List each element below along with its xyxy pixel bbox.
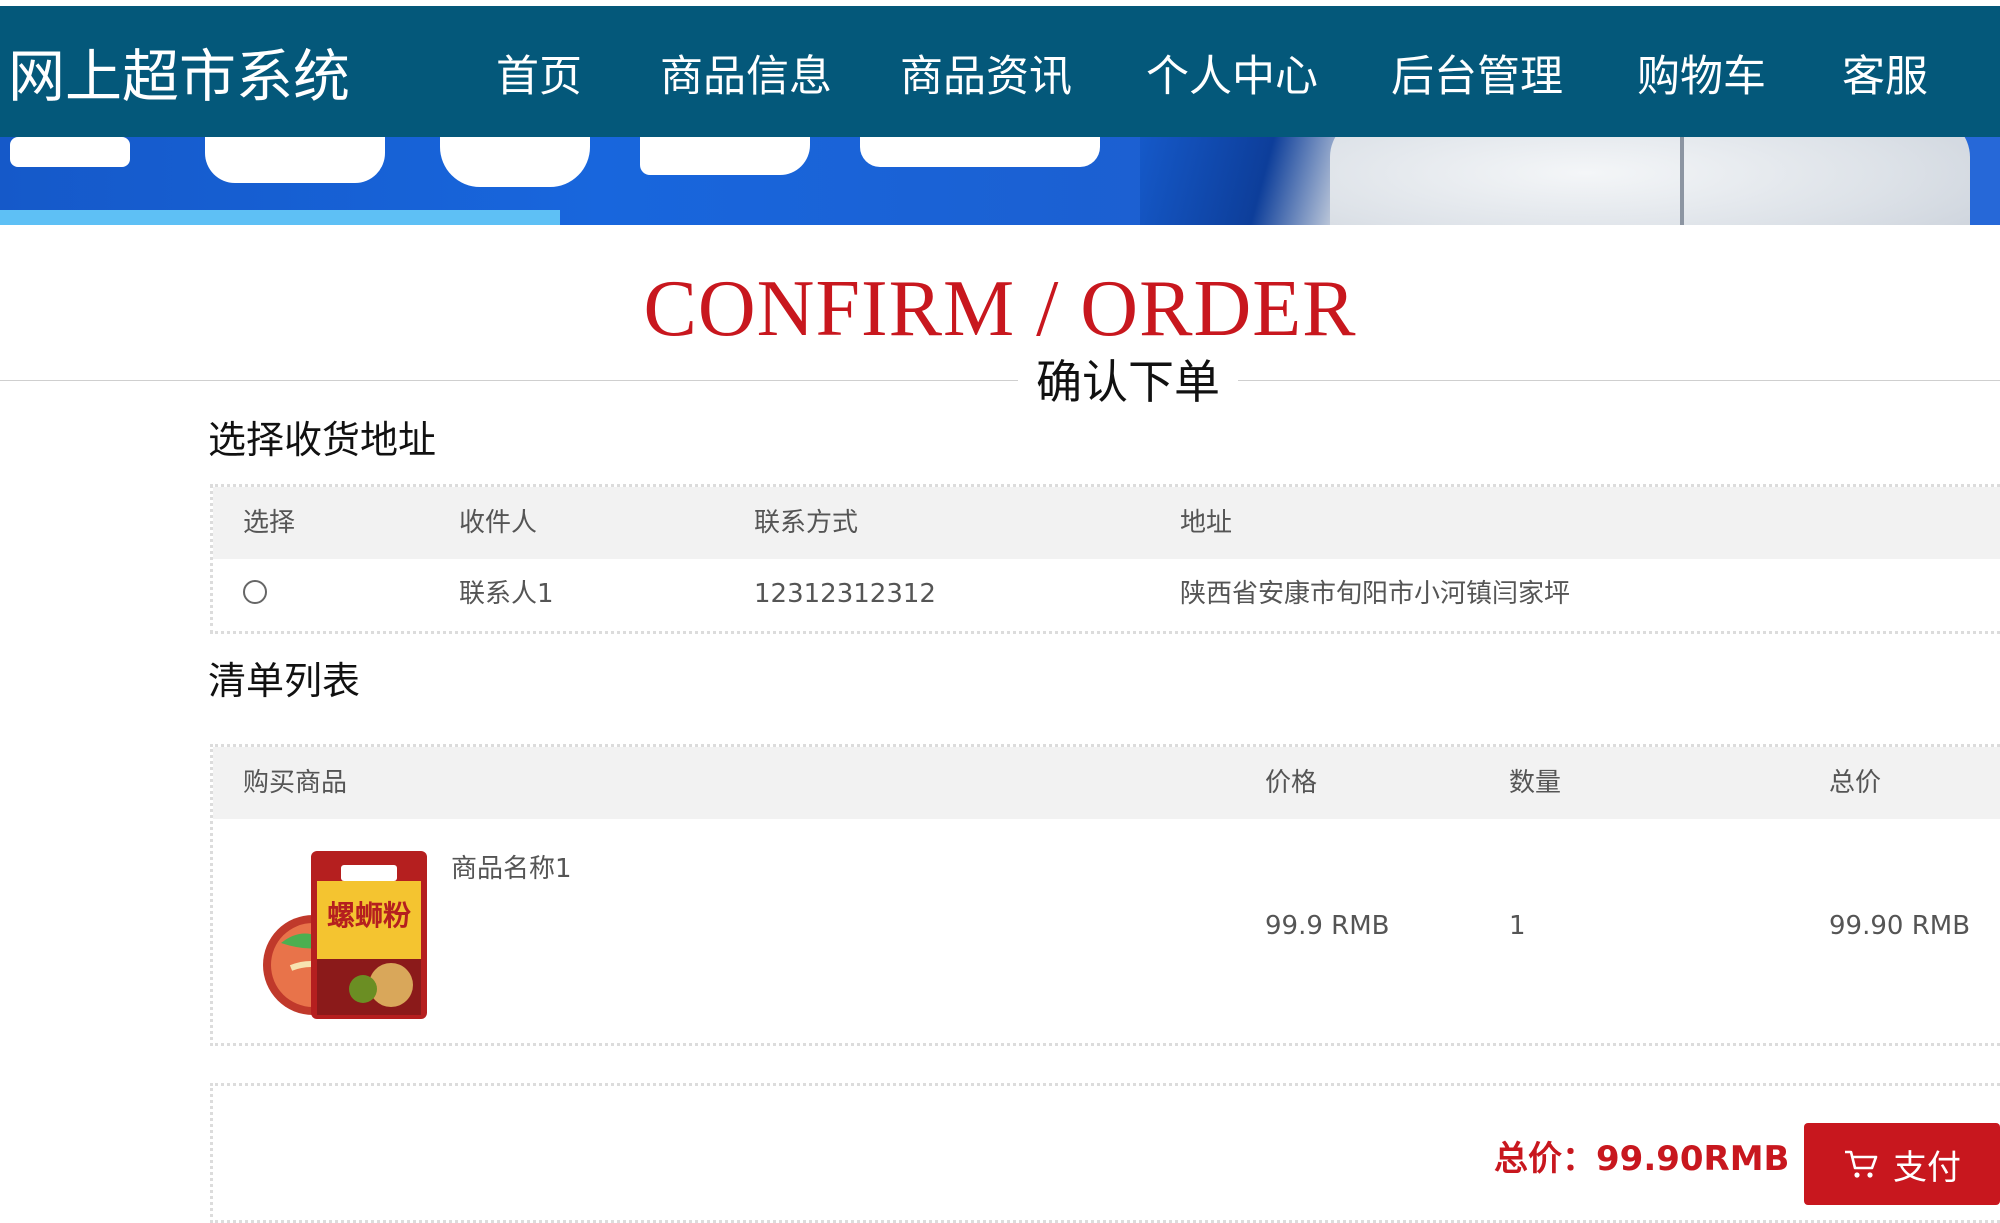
column-header-quantity: 数量	[1509, 768, 1562, 798]
cart-icon	[1845, 1150, 1878, 1178]
banner-shape	[10, 137, 130, 167]
banner-shape	[0, 210, 560, 225]
product-quantity: 1	[1509, 911, 1526, 941]
recipient-phone: 12312312312	[754, 579, 936, 609]
nav-product-info[interactable]: 商品信息	[642, 37, 850, 144]
promo-banner	[0, 137, 2000, 225]
product-total: 99.90 RMB	[1829, 911, 1971, 941]
page-title-chinese: 确认下单	[1018, 354, 1238, 410]
product-name[interactable]: 商品名称1	[451, 853, 572, 885]
banner-jacket-image	[1330, 137, 1970, 225]
address-radio[interactable]	[243, 580, 267, 604]
banner-shape	[640, 137, 810, 175]
nav-cart[interactable]: 购物车	[1637, 37, 1766, 117]
recipient-name: 联系人1	[459, 579, 554, 609]
page-title-english: CONFIRM / ORDER	[643, 265, 1357, 353]
banner-shape	[860, 137, 1100, 167]
banner-shape	[205, 137, 385, 183]
column-header-product: 购买商品	[243, 768, 348, 798]
column-header-select: 选择	[243, 508, 296, 538]
pay-button-label: 支付	[1893, 1147, 1961, 1188]
column-header-recipient: 收件人	[459, 508, 538, 538]
title-divider	[0, 380, 2000, 381]
column-header-total: 总价	[1829, 768, 1882, 798]
recipient-address: 陕西省安康市旬阳市小河镇闫家坪	[1180, 579, 1571, 609]
nav-product-news[interactable]: 商品资讯	[900, 37, 1072, 117]
column-header-phone: 联系方式	[754, 508, 859, 538]
address-table-header: 选择 收件人 联系方式 地址	[213, 487, 2000, 559]
address-table: 选择 收件人 联系方式 地址 联系人1 12312312312 陕西省安康市旬阳…	[210, 484, 2000, 634]
banner-shape	[1680, 137, 1684, 225]
product-price: 99.9 RMB	[1265, 911, 1390, 941]
product-image[interactable]: 螺蛳粉	[251, 843, 431, 1023]
column-header-price: 价格	[1265, 768, 1318, 798]
column-header-address: 地址	[1180, 508, 1233, 538]
order-total: 总价：99.90RMB	[1494, 1139, 1790, 1179]
list-section-title: 清单列表	[208, 659, 361, 703]
nav-customer-service[interactable]: 客服	[1842, 37, 1928, 117]
product-image-label: 螺蛳粉	[327, 899, 411, 932]
nav-admin[interactable]: 后台管理	[1391, 37, 1563, 117]
address-section-title: 选择收货地址	[208, 418, 437, 462]
banner-shape	[440, 137, 590, 187]
nav-personal-center[interactable]: 个人中心	[1146, 37, 1318, 117]
top-navigation-bar: 网上超市系统 首页 商品信息 商品资讯 个人中心 后台管理 购物车 客服	[0, 6, 2000, 144]
banner-shape	[1140, 137, 1340, 225]
site-brand[interactable]: 网上超市系统	[8, 37, 350, 117]
order-items-table: 购买商品 价格 数量 总价 螺蛳粉 商品名称1 99.9 RMB 1 99.90…	[210, 744, 2000, 1046]
order-table-header: 购买商品 价格 数量 总价	[213, 747, 2000, 819]
nav-home[interactable]: 首页	[496, 37, 582, 117]
pay-button[interactable]: 支付	[1804, 1123, 2000, 1205]
